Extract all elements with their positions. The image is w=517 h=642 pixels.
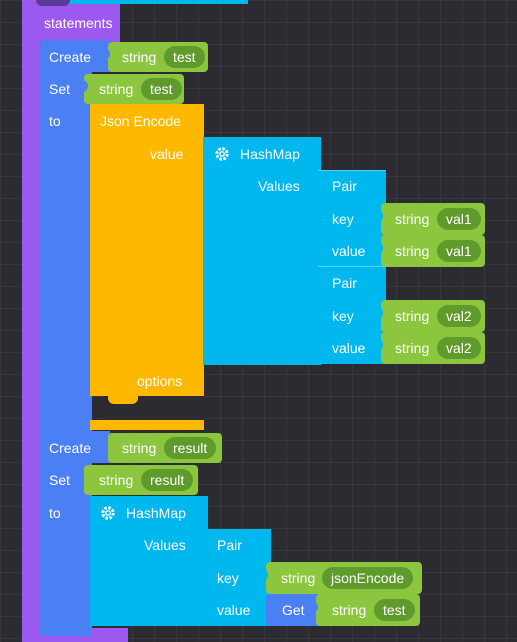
json-encode-label: Json Encode — [100, 113, 181, 129]
string-label: string — [99, 472, 134, 488]
string-label: string — [395, 340, 430, 356]
values-label: Values — [258, 178, 300, 194]
create-label: Create — [49, 49, 92, 65]
string-value-field[interactable]: test — [164, 46, 205, 68]
string-label: string — [122, 49, 157, 65]
string-value-field[interactable]: result — [164, 437, 217, 459]
json-encode-block[interactable] — [90, 104, 204, 396]
options-label: options — [137, 373, 183, 389]
string-label: string — [122, 440, 157, 456]
hashmap-block[interactable] — [203, 137, 321, 365]
string-value-field[interactable]: test — [374, 599, 415, 621]
string-label: string — [99, 81, 134, 97]
get-label: Get — [282, 602, 305, 618]
string-value-field[interactable]: val2 — [437, 337, 481, 359]
string-label: string — [332, 602, 367, 618]
string-label: string — [395, 308, 430, 324]
gear-icon[interactable] — [100, 505, 116, 521]
previous-block-edge — [60, 0, 248, 4]
json-encode-bottom — [90, 420, 204, 430]
string-value-field[interactable]: val1 — [437, 208, 481, 230]
values-label: Values — [144, 537, 186, 553]
key-label: key — [332, 211, 354, 227]
options-slot-notch — [108, 396, 138, 404]
gear-icon[interactable] — [214, 146, 230, 162]
string-value-field[interactable]: val1 — [437, 240, 481, 262]
block-notch — [36, 0, 70, 6]
hashmap-label: HashMap — [126, 505, 186, 521]
string-label: string — [395, 243, 430, 259]
pair-label: Pair — [332, 275, 357, 291]
set-variable-block[interactable] — [40, 72, 92, 636]
string-label: string — [281, 570, 316, 586]
string-value-field[interactable]: test — [141, 78, 182, 100]
pair-label: Pair — [217, 537, 242, 553]
value-label: value — [150, 146, 184, 162]
to-label: to — [49, 113, 61, 129]
key-label: key — [217, 570, 239, 586]
statements-spine — [22, 40, 40, 642]
create-label: Create — [49, 440, 92, 456]
pair-label: Pair — [332, 178, 357, 194]
string-value-field[interactable]: val2 — [437, 305, 481, 327]
statements-label: statements — [44, 15, 113, 31]
set-label: Set — [49, 81, 71, 97]
string-value-field[interactable]: jsonEncode — [322, 567, 414, 589]
key-label: key — [332, 308, 354, 324]
value-label: value — [332, 243, 366, 259]
set-label: Set — [49, 472, 71, 488]
value-label: value — [332, 340, 366, 356]
string-label: string — [395, 211, 430, 227]
to-label: to — [49, 505, 61, 521]
hashmap-label: HashMap — [240, 146, 300, 162]
string-value-field[interactable]: result — [141, 469, 194, 491]
value-label: value — [217, 602, 251, 618]
